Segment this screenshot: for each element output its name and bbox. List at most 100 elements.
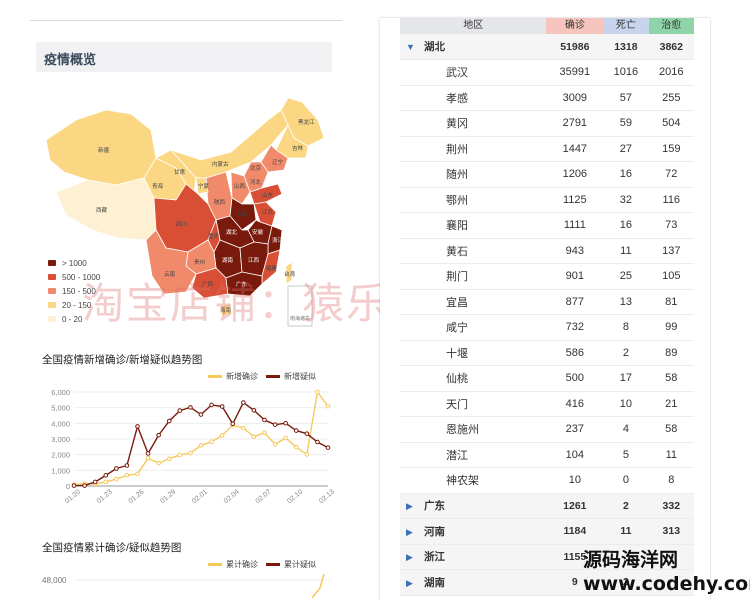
city-row: 仙桃 500 17 58 — [400, 365, 694, 392]
map-label: 甘肃 — [174, 168, 186, 176]
x-tick-label: 01.26 — [128, 488, 146, 505]
y-tick: 48,000 — [42, 576, 67, 585]
map-label: 陕西 — [214, 198, 226, 206]
data-point — [188, 405, 193, 410]
data-point — [293, 444, 299, 450]
map-label: 河北 — [250, 178, 262, 186]
chart2-legend[interactable]: 累计确诊 累计疑似 — [200, 559, 316, 570]
map-label: 重庆 — [208, 232, 220, 240]
data-point — [124, 463, 130, 468]
overview-title: 疫情概览 — [44, 52, 97, 67]
expand-icon[interactable]: ▶ — [406, 552, 416, 563]
region-table: 地区 确诊 死亡 治愈 ▼ 湖北 51986 1318 3862 武汉 35991… — [400, 18, 694, 596]
province-row[interactable]: ▶ 河南 1184 11 313 — [400, 518, 694, 545]
data-point — [272, 442, 278, 447]
data-point — [92, 479, 98, 485]
data-point — [198, 443, 204, 448]
data-point — [198, 412, 204, 417]
chart1-title: 全国疫情新增确诊/新增疑似趋势图 — [42, 354, 203, 366]
data-point — [209, 439, 214, 444]
map-label: 河南 — [236, 210, 248, 218]
corner-watermark: 源码海洋网 www.codehy.com — [583, 549, 750, 595]
chart1-legend[interactable]: 新增确诊 新增疑似 — [200, 371, 316, 382]
y-tick-label: 1,000 — [51, 466, 70, 475]
table-header: 地区 确诊 死亡 治愈 — [400, 18, 694, 34]
data-point — [177, 408, 183, 413]
map-label: 内蒙古 — [212, 160, 229, 168]
data-point — [293, 428, 299, 433]
city-row: 襄阳 1111 16 73 — [400, 212, 694, 239]
col-confirmed[interactable]: 确诊 — [546, 18, 604, 34]
data-point — [188, 450, 193, 456]
city-row: 宜昌 877 13 81 — [400, 289, 694, 315]
y-tick-label: 6,000 — [51, 388, 70, 397]
data-point — [135, 424, 140, 429]
city-row: 荆州 1447 27 159 — [400, 136, 694, 162]
map-label: 江苏 — [262, 208, 274, 216]
data-point — [209, 402, 214, 408]
city-row: 荆门 901 25 105 — [400, 263, 694, 290]
expand-icon[interactable]: ▶ — [406, 527, 416, 538]
city-row: 武汉 35991 1016 2016 — [400, 59, 694, 86]
overview-header: 疫情概览 — [36, 42, 332, 72]
chart2-title: 全国疫情累计确诊/疑似趋势图 — [42, 542, 182, 554]
map-label: 山西 — [234, 182, 246, 190]
data-point — [315, 389, 320, 395]
city-row: 鄂州 1125 32 116 — [400, 187, 694, 213]
data-point — [241, 425, 246, 431]
trend-chart[interactable]: 01,0002,0003,0004,0005,0006,00001.20 01.2… — [30, 384, 342, 514]
data-point — [166, 456, 172, 462]
legend-item: > 1000 — [48, 256, 100, 270]
data-point — [114, 476, 119, 482]
map-label: 黑龙江 — [298, 118, 315, 126]
data-point — [219, 404, 225, 409]
y-tick-label: 3,000 — [51, 435, 70, 444]
city-row: 十堰 586 2 89 — [400, 340, 694, 366]
map-label: 湖北 — [226, 228, 238, 236]
data-point — [262, 417, 267, 423]
city-row: 随州 1206 16 72 — [400, 161, 694, 188]
data-point — [219, 433, 225, 438]
data-point — [230, 421, 236, 427]
data-point — [124, 472, 130, 478]
data-point — [272, 422, 278, 427]
city-row: 潜江 104 5 11 — [400, 442, 694, 468]
data-point — [156, 460, 161, 466]
data-point — [145, 451, 151, 456]
data-point — [283, 435, 288, 441]
data-point — [103, 479, 109, 485]
province-row-hubei[interactable]: ▼ 湖北 51986 1318 3862 — [400, 34, 694, 60]
x-tick-label: 02.04 — [223, 488, 241, 505]
map-label: 辽宁 — [272, 158, 284, 166]
map-label: 浙江 — [272, 236, 284, 244]
y-tick-label: 0 — [66, 482, 70, 491]
collapse-icon[interactable]: ▼ — [406, 42, 416, 52]
city-row: 咸宁 732 8 99 — [400, 314, 694, 341]
data-point — [82, 483, 87, 488]
city-row: 恩施州 237 4 58 — [400, 416, 694, 443]
data-point — [241, 400, 246, 405]
city-row: 天门 416 10 21 — [400, 391, 694, 417]
data-point — [71, 483, 77, 488]
data-point — [251, 407, 257, 413]
province-row[interactable]: ▶ 广东 1261 2 332 — [400, 493, 694, 519]
city-row: 孝感 3009 57 255 — [400, 85, 694, 111]
x-tick-label: 01.29 — [159, 488, 177, 505]
map-label: 青海 — [152, 182, 164, 190]
col-region[interactable]: 地区 — [400, 18, 547, 34]
cumulative-chart[interactable]: 48,000 — [30, 570, 342, 598]
expand-icon[interactable]: ▶ — [406, 501, 416, 512]
map-label: 新疆 — [98, 146, 110, 154]
data-point — [114, 466, 119, 471]
expand-icon[interactable]: ▶ — [406, 578, 416, 589]
map-label: 西藏 — [96, 206, 108, 214]
col-deaths[interactable]: 死亡 — [603, 18, 649, 34]
x-tick-label: 02.07 — [255, 488, 273, 505]
col-cured[interactable]: 治愈 — [648, 18, 694, 34]
data-point — [251, 434, 257, 440]
data-point — [315, 439, 320, 445]
map-label: 山东 — [262, 191, 274, 199]
y-tick-label: 2,000 — [51, 451, 70, 460]
map-label: 宁夏 — [198, 182, 210, 190]
region-table-panel[interactable]: 地区 确诊 死亡 治愈 ▼ 湖北 51986 1318 3862 武汉 35991… — [380, 18, 710, 601]
